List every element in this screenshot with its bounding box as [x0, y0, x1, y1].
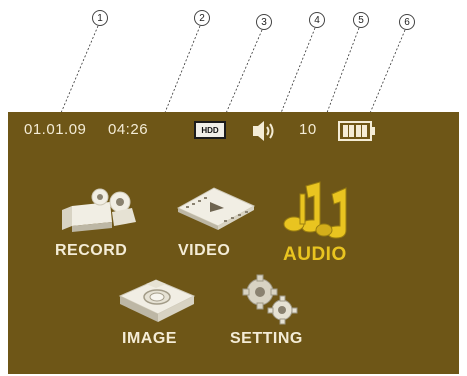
- speaker-icon: [253, 121, 274, 141]
- gears-icon[interactable]: [238, 274, 302, 326]
- battery-bar: [362, 125, 368, 137]
- callout-2: 2: [194, 10, 210, 26]
- menu-label-audio[interactable]: AUDIO: [283, 244, 347, 266]
- menu-label-image[interactable]: IMAGE: [122, 330, 177, 348]
- callout-5: 5: [353, 12, 369, 28]
- callout-4: 4: [309, 12, 325, 28]
- battery-icon: [338, 121, 372, 141]
- callout-6: 6: [399, 14, 415, 30]
- date-display: 01.01.09: [24, 121, 87, 138]
- camcorder-icon[interactable]: [60, 188, 140, 234]
- time-display: 04:26: [108, 121, 149, 138]
- callout-3: 3: [256, 14, 272, 30]
- battery-bar: [342, 125, 348, 137]
- camera-icon[interactable]: [116, 272, 196, 324]
- menu-label-video[interactable]: VIDEO: [178, 242, 230, 260]
- menu-label-setting[interactable]: SETTING: [230, 330, 303, 348]
- battery-bar: [355, 125, 361, 137]
- hdd-icon: HDD: [194, 121, 226, 139]
- volume-level: 10: [299, 121, 317, 138]
- battery-tip: [372, 127, 375, 135]
- video-clapper-icon[interactable]: [176, 180, 256, 230]
- battery-bar: [349, 125, 355, 137]
- music-notes-icon[interactable]: [280, 180, 360, 240]
- callout-1: 1: [92, 10, 108, 26]
- menu-label-record[interactable]: RECORD: [55, 242, 127, 260]
